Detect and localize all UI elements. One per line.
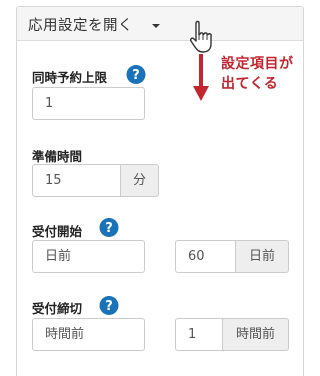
accept-deadline-hours-input[interactable]: 1 [175,318,223,351]
concurrent-limit-input[interactable]: 1 [32,87,145,120]
accept-start-days-input[interactable]: 60 [175,240,236,273]
accept-start-label: 受付開始 [32,224,83,239]
svg-text:?: ? [105,299,113,314]
advanced-settings-toggle-label: 応用設定を開く [28,18,133,34]
accept-deadline-label: 受付締切 [32,301,83,316]
help-icon[interactable]: ? [98,217,119,238]
accept-deadline-hours-unit: 時間前 [223,318,289,351]
hand-pointer-icon [190,20,212,53]
accept-start-days-unit: 日前 [236,240,289,273]
accept-start-days-group: 60 日前 [175,240,289,273]
caret-down-icon [152,24,160,28]
concurrent-limit-label: 同時予約上限 [32,70,108,85]
advanced-settings-toggle[interactable]: 応用設定を開く [17,7,303,41]
annotation-line-1: 設定項目が [221,56,294,72]
help-icon[interactable]: ? [98,295,119,316]
prep-time-input[interactable]: 15 [32,164,121,197]
svg-text:?: ? [105,221,113,236]
annotation-line-2: 出てくる [221,76,279,92]
accept-deadline-hours-group: 1 時間前 [175,318,289,351]
help-icon[interactable]: ? [125,64,146,85]
prep-time-unit: 分 [121,164,159,197]
svg-text:?: ? [132,68,140,83]
prep-time-group: 15 分 [32,164,159,197]
arrow-down-icon [193,54,209,101]
accept-deadline-input[interactable]: 時間前 [32,318,145,351]
annotation-text: 設定項目が 出てくる [221,54,294,94]
prep-time-label: 準備時間 [32,149,83,164]
accept-start-input[interactable]: 日前 [32,240,145,273]
